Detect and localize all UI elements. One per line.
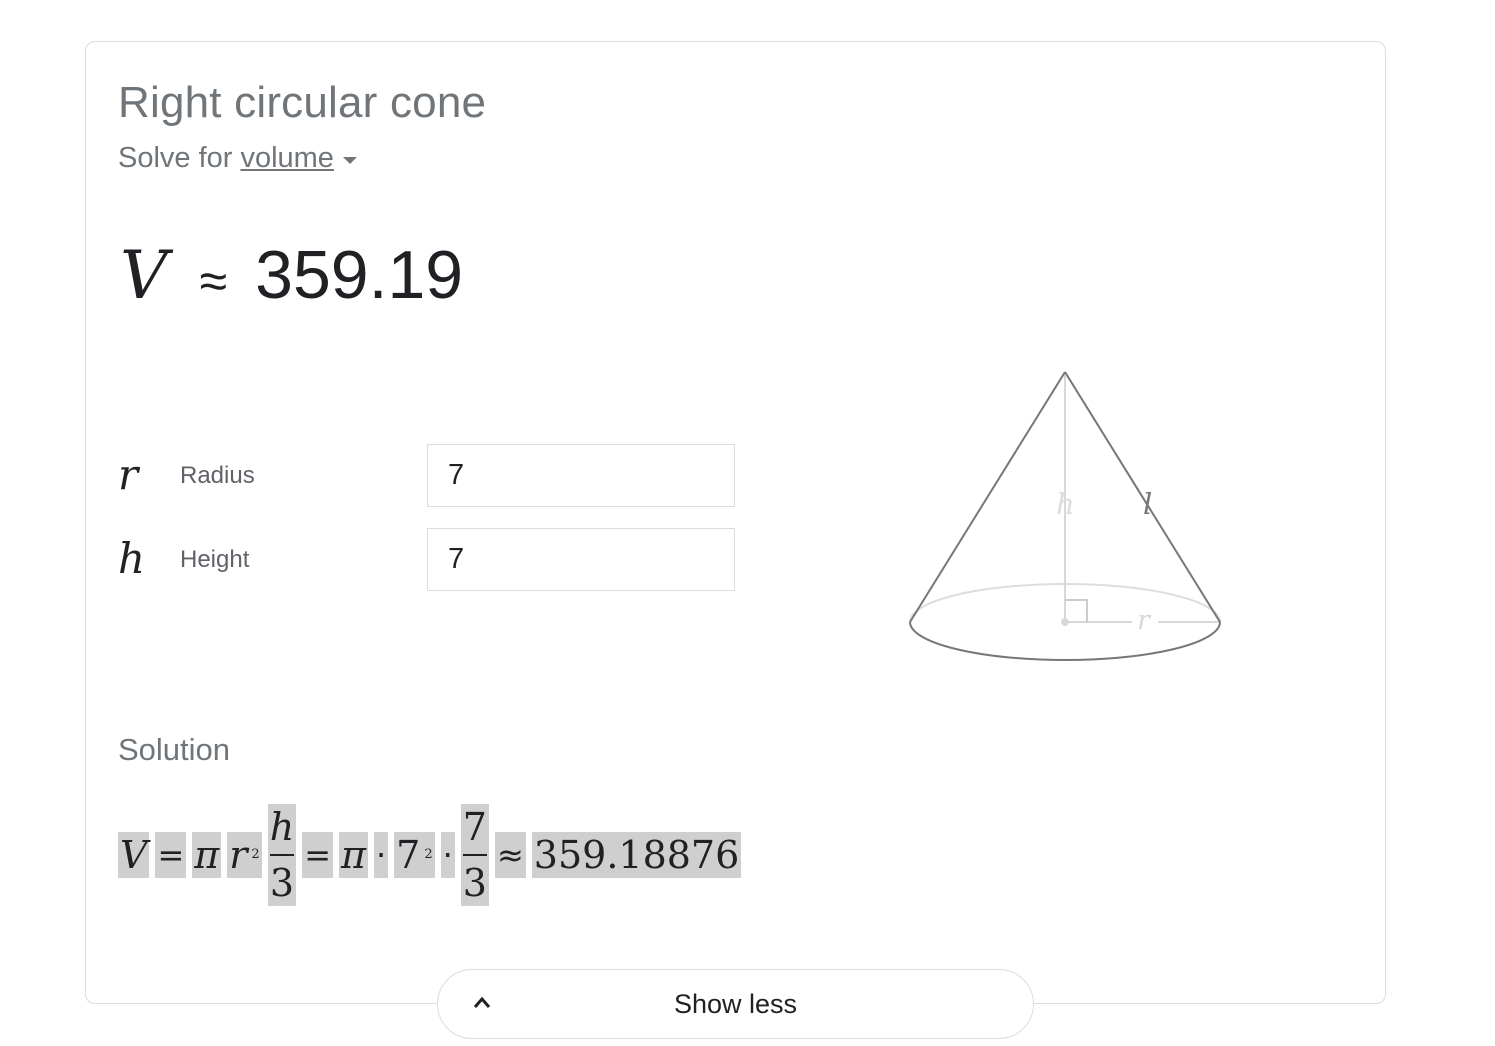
formula-pi: π bbox=[339, 832, 368, 878]
formula-dot: · bbox=[373, 832, 389, 878]
diagram-height-label: h bbox=[1056, 487, 1075, 521]
param-row-height: h Height bbox=[118, 528, 738, 592]
formula-dot: · bbox=[440, 832, 455, 878]
result-approx-symbol: ≈ bbox=[199, 253, 228, 309]
radius-label: Radius bbox=[180, 462, 255, 489]
cone-base-front-edge bbox=[909, 621, 1221, 661]
fraction-numerator: h bbox=[269, 805, 295, 849]
formula-seven-squared: 72 bbox=[394, 832, 435, 878]
formula-result-value: 359.18876 bbox=[531, 832, 742, 878]
formula-radius-squared: r2 bbox=[227, 832, 262, 878]
result-display: V ≈ 359.19 bbox=[120, 236, 463, 314]
cone-center-dot bbox=[1061, 618, 1069, 626]
diagram-radius-label: r bbox=[1137, 605, 1152, 636]
formula-equals: = bbox=[302, 832, 333, 878]
fraction-denominator: 3 bbox=[462, 861, 487, 905]
show-less-button[interactable]: Show less bbox=[437, 969, 1034, 1039]
diagram-slant-label: l bbox=[1143, 487, 1152, 521]
solve-for-prefix: Solve for bbox=[118, 142, 233, 174]
result-variable: V bbox=[120, 237, 168, 314]
solve-for-row: Solve for volume bbox=[118, 142, 357, 175]
formula-fraction-7-over-3: 7 3 bbox=[460, 804, 489, 906]
formula-radius-var: r bbox=[229, 833, 248, 877]
formula-approx: ≈ bbox=[494, 832, 526, 878]
formula-seven: 7 bbox=[396, 833, 421, 877]
height-symbol: h bbox=[118, 534, 146, 583]
fraction-denominator: 3 bbox=[269, 861, 295, 905]
height-label: Height bbox=[180, 546, 250, 573]
fraction-bar bbox=[462, 854, 487, 856]
formula-equals: = bbox=[155, 832, 187, 878]
result-value: 359.19 bbox=[255, 237, 464, 313]
right-angle-icon bbox=[1065, 599, 1088, 622]
fraction-bar bbox=[269, 854, 295, 856]
radius-symbol: r bbox=[118, 450, 139, 499]
param-row-radius: r Radius bbox=[118, 444, 738, 508]
chevron-down-icon[interactable] bbox=[342, 157, 357, 164]
formula-fraction-h-over-3: h 3 bbox=[267, 804, 297, 906]
solve-for-dropdown[interactable]: volume bbox=[240, 142, 334, 175]
card-title: Right circular cone bbox=[118, 78, 487, 127]
cone-diagram: h l r bbox=[909, 371, 1221, 661]
solution-heading: Solution bbox=[118, 732, 231, 767]
radius-input[interactable] bbox=[427, 444, 735, 507]
formula-volume-var: V bbox=[118, 832, 150, 878]
fraction-numerator: 7 bbox=[462, 805, 487, 849]
formula-pi: π bbox=[192, 832, 222, 878]
solution-formula: V = π r2 h 3 = π · 72 · 7 3 ≈ 359.18876 bbox=[118, 800, 747, 910]
show-less-label: Show less bbox=[673, 989, 798, 1019]
height-input[interactable] bbox=[427, 528, 735, 591]
